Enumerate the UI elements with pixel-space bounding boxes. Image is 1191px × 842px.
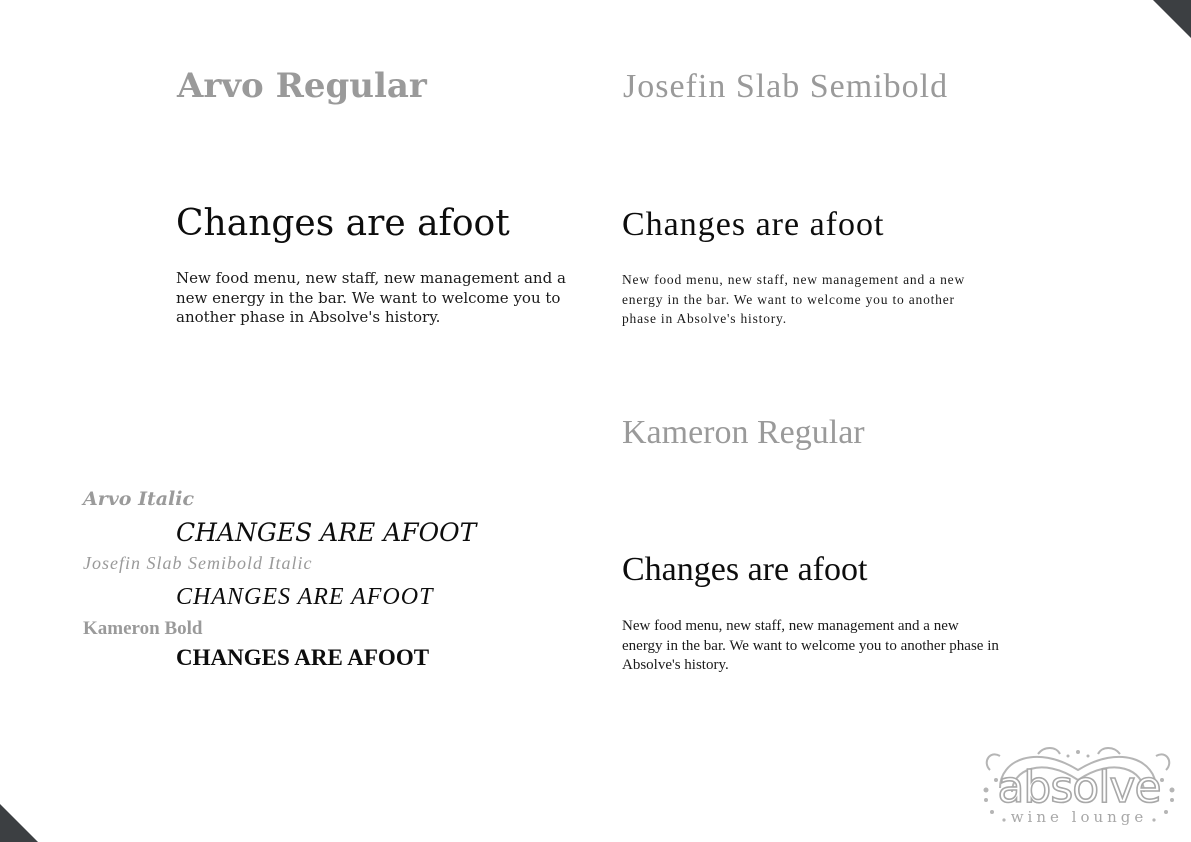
josefin-semibold-label: Josefin Slab Semibold xyxy=(623,68,949,105)
josefin-headline: Changes are afoot xyxy=(622,206,885,243)
arvo-body-copy: New food menu, new staff, new management… xyxy=(176,269,566,326)
logo-wordmark: absolve xyxy=(997,761,1163,814)
kameron-headline: Changes are afoot xyxy=(622,551,868,588)
corner-triangle-top-right xyxy=(1153,0,1191,38)
josefin-body-copy: New food menu, new staff, new management… xyxy=(622,272,966,326)
kameron-bold-label: Kameron Bold xyxy=(83,618,203,639)
arvo-regular-label: Arvo Regular xyxy=(177,66,427,106)
corner-triangle-bottom-left xyxy=(0,804,38,842)
josefin-italic-label: Josefin Slab Semibold Italic xyxy=(83,553,313,573)
arvo-italic-label: Arvo Italic xyxy=(83,488,195,510)
arvo-italic-sample: CHANGES ARE AFOOT xyxy=(176,518,477,547)
logo-tagline: wine lounge xyxy=(1010,808,1148,826)
kameron-bold-sample: CHANGES ARE AFOOT xyxy=(176,645,430,670)
kameron-regular-label: Kameron Regular xyxy=(622,414,865,451)
absolve-logo: absolve wine lounge xyxy=(978,740,1180,832)
kameron-body-copy: New food menu, new staff, new management… xyxy=(622,618,999,673)
josefin-italic-sample: CHANGES ARE AFOOT xyxy=(176,584,434,610)
arvo-headline: Changes are afoot xyxy=(176,203,510,244)
